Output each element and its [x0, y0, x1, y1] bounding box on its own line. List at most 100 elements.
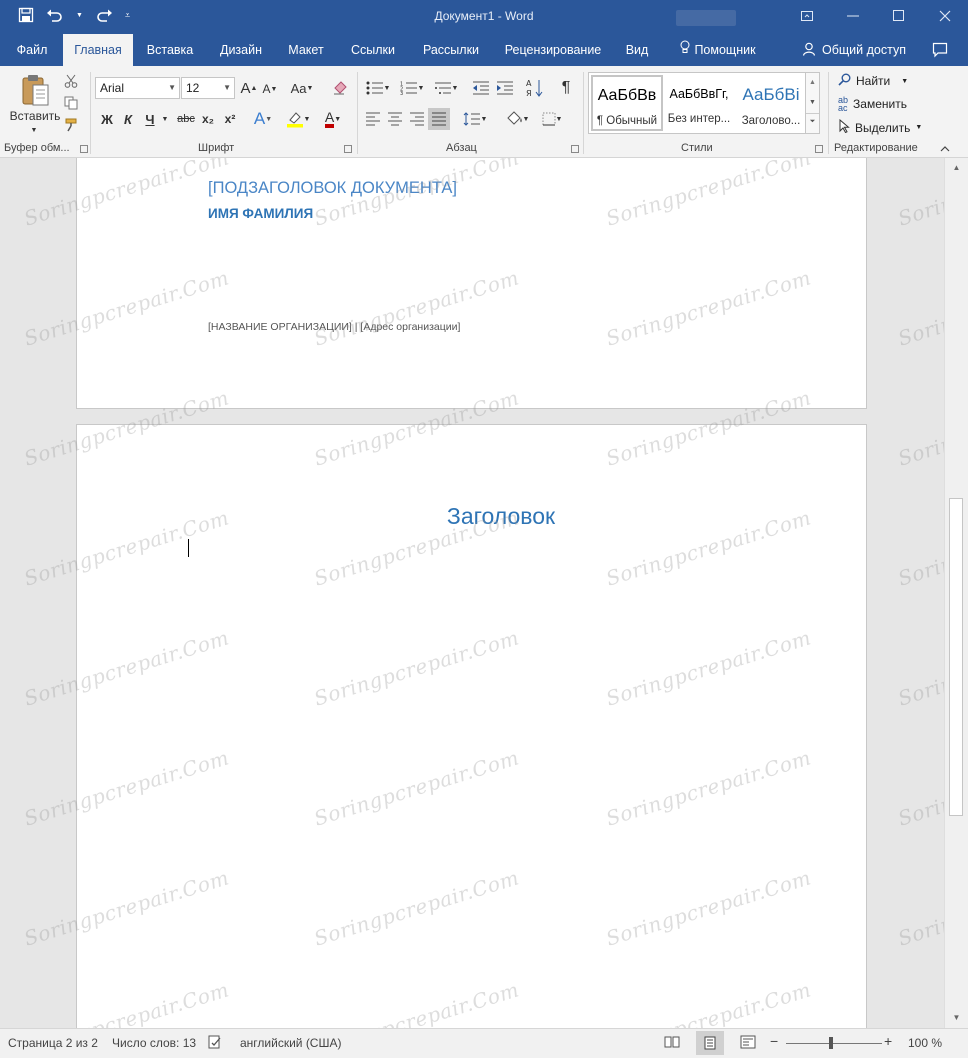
bullets-button[interactable]: ▼ [362, 78, 394, 98]
tab-insert[interactable]: Вставка [140, 34, 200, 66]
collapse-ribbon-icon[interactable] [940, 144, 950, 155]
scroll-down-icon[interactable]: ▼ [945, 1010, 968, 1026]
text-effects-button[interactable]: A ▼ [250, 108, 276, 130]
document-page-2[interactable]: Заголовок [76, 424, 867, 1028]
select-button[interactable]: Выделить ▼ [838, 118, 922, 136]
font-name-box[interactable]: Arial ▼ [95, 77, 180, 99]
document-subtitle[interactable]: [ПОДЗАГОЛОВОК ДОКУМЕНТА] [208, 179, 457, 198]
zoom-level[interactable]: 100 % [908, 1036, 942, 1050]
font-size-box[interactable]: 12 ▼ [181, 77, 235, 99]
tab-mailings[interactable]: Рассылки [415, 34, 487, 66]
style-normal[interactable]: АаБбВв ¶ Обычный [591, 75, 663, 131]
sort-icon[interactable]: AЯ [524, 76, 546, 100]
borders-button[interactable]: ▼ [536, 109, 568, 129]
bold-button[interactable]: Ж [98, 109, 116, 129]
paste-icon[interactable] [18, 72, 52, 108]
cut-icon[interactable] [62, 72, 80, 90]
font-launcher-icon[interactable] [344, 145, 352, 153]
comments-icon[interactable] [932, 42, 948, 61]
change-case-button[interactable]: Aa ▼ [288, 78, 316, 98]
svg-text:A: A [526, 79, 532, 88]
tell-me-box[interactable]: Помощник [668, 34, 768, 66]
align-right-icon[interactable] [406, 109, 428, 129]
superscript-button[interactable]: x² [220, 109, 240, 129]
zoom-slider-thumb[interactable] [829, 1037, 833, 1049]
increase-indent-icon[interactable] [494, 78, 516, 98]
styles-up-icon[interactable]: ▲ [806, 73, 819, 93]
justify-icon[interactable] [428, 108, 450, 130]
share-button[interactable]: Общий доступ [802, 34, 906, 66]
ribbon-separator [357, 72, 358, 154]
select-dropdown-icon[interactable]: ▼ [915, 124, 922, 131]
styles-more-icon[interactable]: ⏷ [806, 113, 819, 133]
shrink-font-button[interactable]: A ▼ [262, 80, 278, 98]
word-count[interactable]: Число слов: 13 [112, 1036, 196, 1050]
font-name-dropdown-icon[interactable]: ▼ [168, 78, 176, 98]
style-heading1-preview: АаБбВі [742, 85, 800, 104]
proofing-icon[interactable] [208, 1035, 222, 1052]
style-heading1[interactable]: АаБбВі Заголово... [735, 75, 807, 131]
web-layout-icon[interactable] [740, 1035, 756, 1052]
styles-launcher-icon[interactable] [815, 145, 823, 153]
strikethrough-button[interactable]: abc [174, 109, 198, 129]
zoom-slider-track[interactable] [786, 1043, 882, 1044]
replace-button[interactable]: ab ac Заменить [838, 96, 907, 113]
underline-button[interactable]: Ч [140, 109, 160, 129]
tab-file[interactable]: Файл [8, 34, 56, 66]
page-count[interactable]: Страница 2 из 2 [8, 1036, 98, 1050]
scroll-thumb[interactable] [949, 498, 963, 816]
align-center-icon[interactable] [384, 109, 406, 129]
language-indicator[interactable]: английский (США) [240, 1036, 341, 1050]
tab-home[interactable]: Главная [63, 34, 133, 66]
italic-button[interactable]: К [119, 109, 137, 129]
vertical-scrollbar[interactable]: ▲ ▼ [944, 158, 968, 1028]
ribbon-display-options-icon[interactable] [784, 0, 830, 32]
show-formatting-marks-button[interactable]: ¶ [556, 76, 576, 100]
minimize-icon[interactable] [830, 0, 876, 32]
scroll-up-icon[interactable]: ▲ [945, 160, 968, 176]
document-heading[interactable]: Заголовок [77, 503, 925, 530]
print-layout-icon[interactable] [696, 1031, 724, 1055]
account-area[interactable] [676, 10, 736, 26]
clear-formatting-icon[interactable] [330, 78, 350, 98]
numbering-button[interactable]: 123 ▼ [396, 78, 428, 98]
tab-design[interactable]: Дизайн [212, 34, 270, 66]
paste-dropdown-icon[interactable]: ▼ [27, 125, 41, 135]
close-icon[interactable] [922, 0, 968, 32]
zoom-out-button[interactable]: − [770, 1033, 778, 1049]
tab-view[interactable]: Вид [619, 34, 655, 66]
find-button[interactable]: Найти ▼ [838, 73, 908, 89]
underline-dropdown-icon[interactable]: ▼ [159, 111, 171, 127]
tab-references[interactable]: Ссылки [343, 34, 403, 66]
organization-line[interactable]: [НАЗВАНИЕ ОРГАНИЗАЦИИ] | [Адрес организа… [208, 321, 460, 333]
copy-icon[interactable] [62, 94, 80, 112]
line-spacing-button[interactable]: ▼ [458, 109, 492, 129]
paste-button[interactable]: Вставить [4, 108, 66, 124]
style-no-spacing[interactable]: АаБбВвГг, Без интер... [663, 75, 735, 131]
read-mode-icon[interactable] [664, 1035, 680, 1052]
maximize-icon[interactable] [876, 0, 922, 32]
font-size-dropdown-icon[interactable]: ▼ [223, 78, 231, 98]
paragraph-launcher-icon[interactable] [571, 145, 579, 153]
align-left-icon[interactable] [362, 109, 384, 129]
grow-font-button[interactable]: A ▲ [240, 78, 258, 98]
multilevel-list-button[interactable]: ▼ [430, 78, 462, 98]
clipboard-launcher-icon[interactable] [80, 145, 88, 153]
tab-review[interactable]: Рецензирование [498, 34, 608, 66]
status-bar: Страница 2 из 2 Число слов: 13 английски… [0, 1028, 968, 1058]
find-dropdown-icon[interactable]: ▼ [901, 78, 908, 85]
zoom-in-button[interactable]: + [884, 1033, 892, 1049]
author-name[interactable]: ИМЯ ФАМИЛИЯ [208, 206, 313, 221]
replace-label: Заменить [853, 97, 907, 111]
font-color-button[interactable]: A ▼ [318, 108, 348, 130]
document-canvas[interactable]: [ПОДЗАГОЛОВОК ДОКУМЕНТА] ИМЯ ФАМИЛИЯ [НА… [0, 158, 944, 1028]
format-painter-icon[interactable] [62, 116, 80, 134]
document-page-1[interactable]: [ПОДЗАГОЛОВОК ДОКУМЕНТА] ИМЯ ФАМИЛИЯ [НА… [76, 158, 867, 409]
shrink-font-label: A [262, 82, 271, 96]
tab-layout[interactable]: Макет [280, 34, 332, 66]
shading-button[interactable]: ▼ [500, 109, 534, 129]
styles-down-icon[interactable]: ▼ [806, 93, 819, 113]
subscript-button[interactable]: x₂ [198, 109, 218, 129]
decrease-indent-icon[interactable] [470, 78, 492, 98]
highlight-color-button[interactable]: ▼ [282, 108, 314, 130]
